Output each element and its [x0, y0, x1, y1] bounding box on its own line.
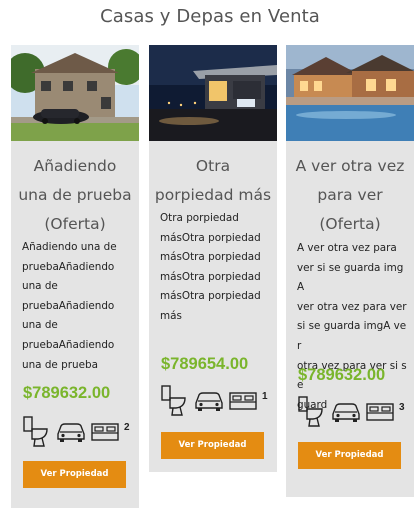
property-photo[interactable] — [286, 45, 414, 141]
view-property-button[interactable]: Ver Propiedad — [298, 442, 401, 469]
car-icon — [332, 403, 360, 422]
toilet-icon — [298, 396, 323, 427]
car-icon — [195, 392, 223, 411]
property-price: $789654.00 — [161, 355, 249, 373]
property-description: Otra porpiedad másOtra porpiedad másOtra… — [160, 212, 261, 322]
property-card: A ver otra vez para ver (Oferta) A ver o… — [286, 45, 414, 497]
room-count: 3 — [399, 402, 405, 413]
bed-icon — [229, 392, 257, 410]
property-title[interactable]: Añadiendo una de prueba (Oferta) — [11, 152, 139, 239]
amenities-row: 2 — [23, 416, 135, 450]
property-title[interactable]: Otra porpiedad más — [149, 152, 277, 210]
property-photo[interactable] — [11, 45, 139, 141]
amenities-row: 3 — [298, 396, 410, 430]
room-count: 1 — [262, 391, 268, 402]
amenities-row: 1 — [161, 385, 273, 419]
property-price: $789632.00 — [23, 384, 111, 402]
property-card: Otra porpiedad más Otra porpiedad másOtr… — [149, 45, 277, 472]
property-description: A ver otra vez para ver si se guarda img… — [297, 242, 407, 411]
view-property-button[interactable]: Ver Propiedad — [23, 461, 126, 488]
toilet-icon — [161, 385, 186, 416]
car-icon — [57, 423, 85, 442]
bed-icon — [91, 423, 119, 441]
property-title[interactable]: A ver otra vez para ver (Oferta) — [286, 152, 414, 239]
property-price: $789632.00 — [298, 366, 386, 384]
property-description: Añadiendo una de pruebaAñadiendo una de … — [22, 241, 117, 371]
view-property-button[interactable]: Ver Propiedad — [161, 432, 264, 459]
toilet-icon — [23, 416, 48, 447]
property-photo[interactable] — [149, 45, 277, 141]
page-title: Casas y Depas en Venta — [100, 6, 320, 27]
room-count: 2 — [124, 422, 130, 433]
property-card: Añadiendo una de prueba (Oferta) Añadien… — [11, 45, 139, 508]
bed-icon — [366, 403, 394, 421]
